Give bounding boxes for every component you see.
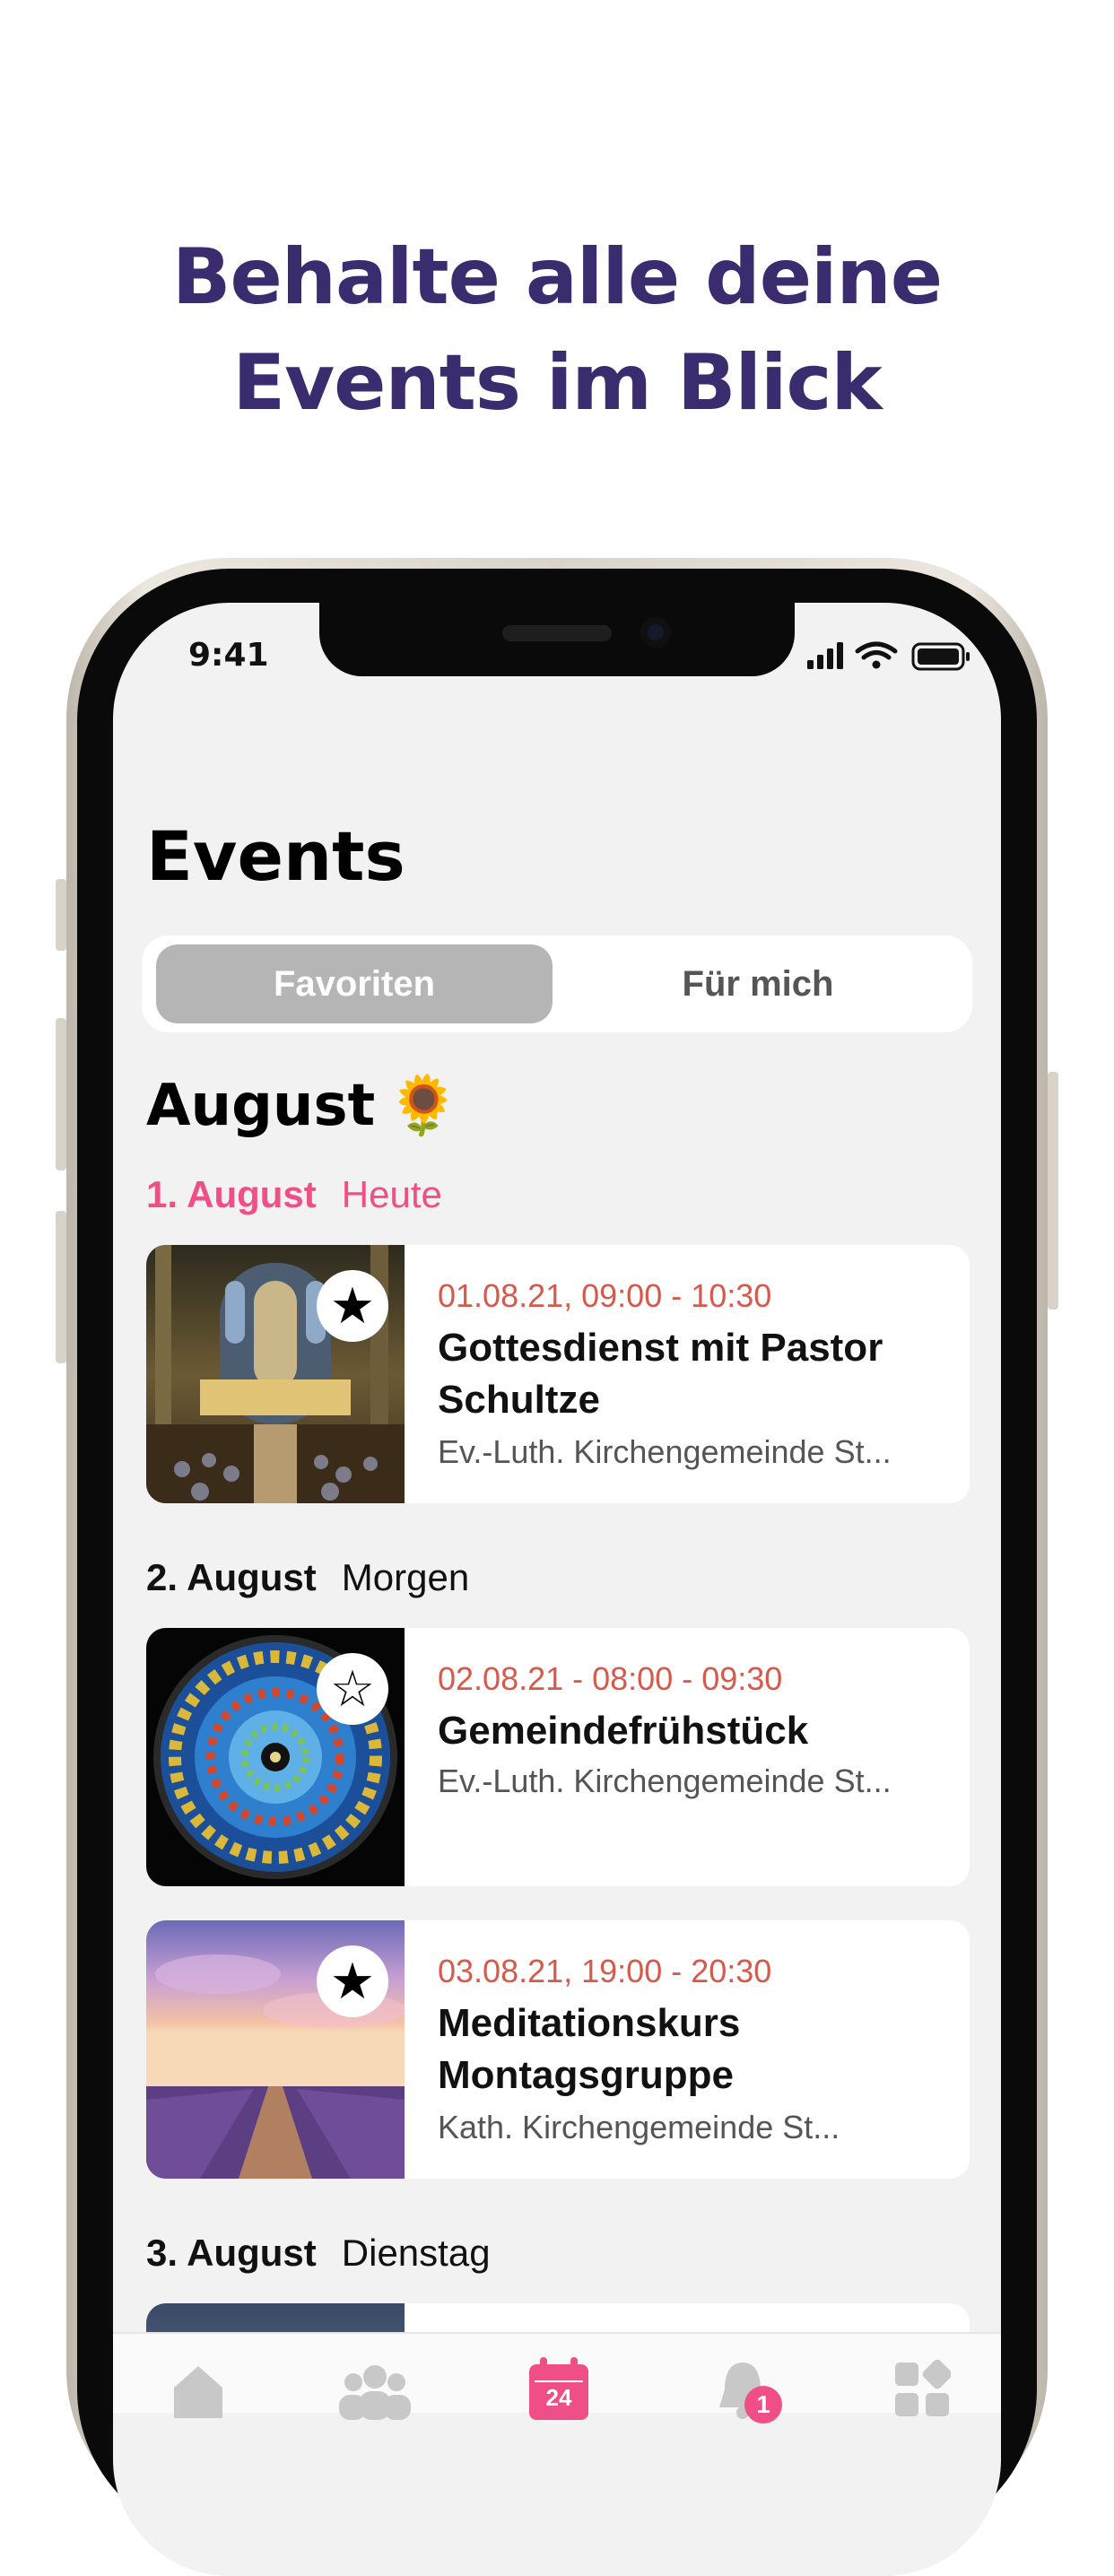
event-title: Gottesdienst mit Pastor Schultze [438,1326,883,1422]
volume-down-button [56,1211,66,1363]
status-time: 9:41 [188,637,269,674]
tab-groups[interactable] [337,2357,413,2424]
favorite-star-filled-icon[interactable]: ★ [317,1945,388,2017]
tab-bar: 24 [113,2332,1001,2420]
day-relative: Morgen [341,1556,470,1598]
day-relative: Heute [341,1173,442,1215]
day-header-3: 3. August Dienstag [146,2232,491,2275]
day-date: 3. August [146,2232,317,2274]
event-title: Meditationskurs Montagsgruppe [438,2001,741,2097]
day-header-2: 2. August Morgen [146,1556,469,1599]
month-label: August [146,1073,376,1139]
calendar-day: 24 [545,2384,572,2411]
tab-apps[interactable] [893,2357,953,2424]
page-title: Events [146,816,405,896]
event-title: Gemeindefrühstück [438,1709,809,1753]
day-date: 1. August [146,1173,317,1215]
event-time: 03.08.21, 19:00 - 20:30 [438,1953,772,1989]
segment-fuer-mich[interactable]: Für mich [556,944,960,1023]
segmented-control: Favoriten Für mich [142,936,972,1032]
power-button [1048,1072,1058,1310]
event-place: Ev.-Luth. Kirchengemeinde St... [438,1433,892,1470]
day-date: 2. August [146,1556,317,1598]
sunflower-icon: 🌻 [387,1073,459,1139]
status-icons [807,639,996,679]
wifi-icon [855,641,898,660]
event-card-2[interactable]: ☆ 02.08.21 - 08:00 - 09:30 Gemeindefrühs… [146,1628,970,1886]
event-card-3[interactable]: ★ 03.08.21, 19:00 - 20:30 Meditationskur… [146,1920,970,2179]
signal-icon [807,642,843,669]
front-camera [640,617,671,648]
headline-line-1: Behalte alle deine [171,232,943,322]
volume-up-button [56,1018,66,1171]
tab-home[interactable] [167,2357,230,2424]
speaker-grille [502,625,612,641]
event-place: Ev.-Luth. Kirchengemeinde St... [438,1762,892,1799]
tab-calendar[interactable]: 24 [529,2357,588,2424]
mute-switch [56,879,66,951]
segment-favoriten[interactable]: Favoriten [156,944,553,1023]
headline-line-2: Events im Blick [232,338,882,428]
event-time: 02.08.21 - 08:00 - 09:30 [438,1660,783,1697]
favorite-star-filled-icon[interactable]: ★ [317,1270,388,1342]
notification-badge: 1 [744,2386,782,2424]
event-place: Kath. Kirchengemeinde St... [438,2109,840,2145]
month-header: August 🌻 [146,1072,459,1139]
favorite-star-outline-icon[interactable]: ☆ [317,1653,388,1725]
battery-icon [911,642,970,671]
day-header-1: 1. August Heute [146,1173,442,1216]
event-time: 01.08.21, 09:00 - 10:30 [438,1277,772,1314]
day-relative: Dienstag [341,2232,491,2274]
event-card-1[interactable]: ★ 01.08.21, 09:00 - 10:30 Gottesdienst m… [146,1245,970,1503]
marketing-headline: Behalte alle deine Events im Blick [0,224,1114,436]
